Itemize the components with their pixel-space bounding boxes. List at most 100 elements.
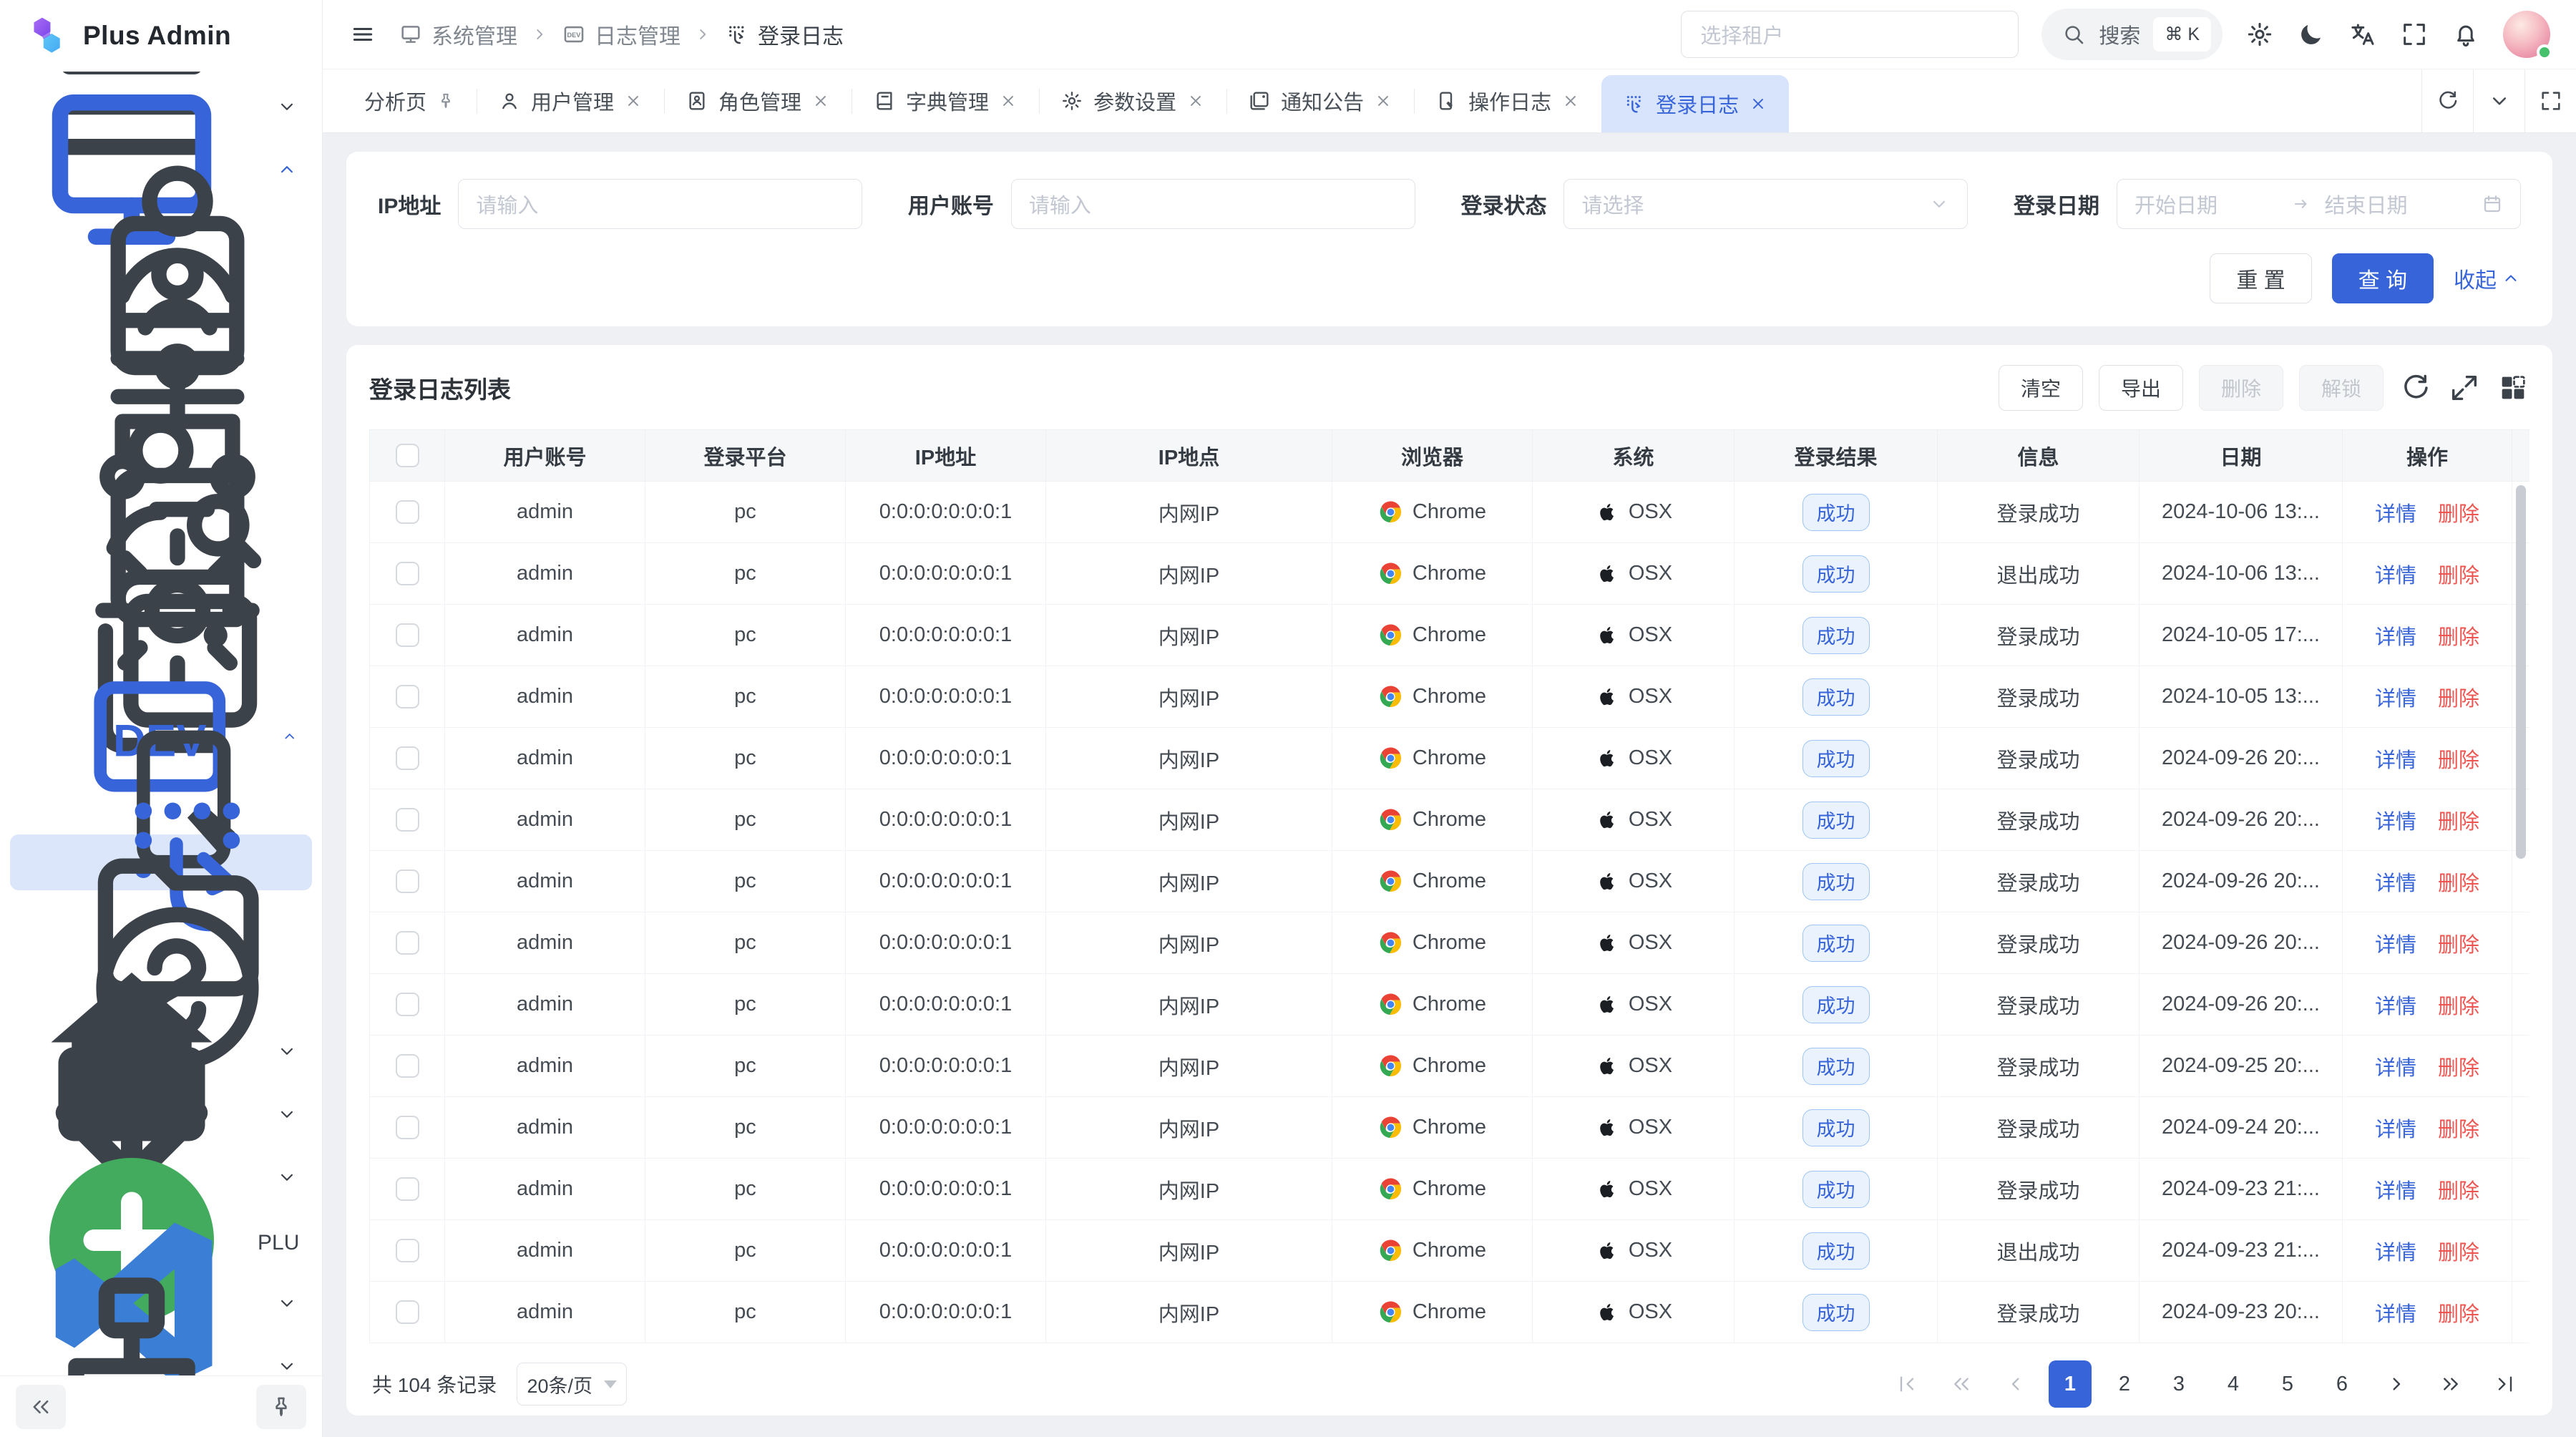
- row-checkbox[interactable]: [396, 1054, 419, 1078]
- close-icon[interactable]: [811, 92, 830, 110]
- row-checkbox[interactable]: [396, 500, 419, 524]
- detail-link[interactable]: 详情: [2375, 503, 2416, 526]
- tab-user-mgmt[interactable]: 用户管理: [477, 69, 664, 132]
- select-all-checkbox[interactable]: [396, 444, 419, 467]
- sidebar-item-workflow[interactable]: 工作流: [10, 1338, 312, 1375]
- language-translate-icon[interactable]: [2348, 20, 2377, 49]
- fullscreen-icon[interactable]: [2400, 20, 2429, 49]
- query-button[interactable]: 查 询: [2332, 253, 2434, 303]
- delete-link[interactable]: 删除: [2438, 934, 2479, 957]
- close-icon[interactable]: [999, 92, 1018, 110]
- tab-param-settings[interactable]: 参数设置: [1039, 69, 1226, 132]
- detail-link[interactable]: 详情: [2375, 872, 2416, 895]
- breadcrumb-item-log-mgmt[interactable]: DEV日志管理: [562, 19, 680, 50]
- delete-button[interactable]: 删除: [2199, 365, 2283, 411]
- row-checkbox[interactable]: [396, 1177, 419, 1201]
- detail-link[interactable]: 详情: [2375, 626, 2416, 649]
- notifications-bell-icon[interactable]: [2451, 20, 2480, 49]
- breadcrumb-item-login-log[interactable]: 登录日志: [725, 19, 844, 50]
- table-scrollbar-thumb[interactable]: [2516, 485, 2526, 859]
- close-icon[interactable]: [1561, 92, 1580, 110]
- detail-link[interactable]: 详情: [2375, 1303, 2416, 1326]
- table-expand-icon[interactable]: [2448, 371, 2481, 404]
- delete-link[interactable]: 删除: [2438, 995, 2479, 1018]
- page-size-select[interactable]: 20条/页: [517, 1363, 627, 1406]
- tab-dict-mgmt[interactable]: 字典管理: [852, 69, 1039, 132]
- delete-link[interactable]: 删除: [2438, 1303, 2479, 1326]
- pager-next5-button[interactable]: [2429, 1360, 2472, 1408]
- row-checkbox[interactable]: [396, 562, 419, 585]
- tab-analysis[interactable]: 分析页: [343, 69, 477, 132]
- tab-login-log[interactable]: 登录日志: [1601, 75, 1789, 132]
- column-settings-icon[interactable]: [2497, 371, 2529, 404]
- pager-page-1[interactable]: 1: [2049, 1360, 2092, 1408]
- close-icon[interactable]: [1374, 92, 1392, 110]
- delete-link[interactable]: 删除: [2438, 626, 2479, 649]
- tab-menu-button[interactable]: [2473, 69, 2524, 132]
- tab-role-mgmt[interactable]: 角色管理: [664, 69, 852, 132]
- row-checkbox[interactable]: [396, 1116, 419, 1139]
- pager-page-3[interactable]: 3: [2157, 1360, 2200, 1408]
- delete-link[interactable]: 删除: [2438, 1119, 2479, 1141]
- delete-link[interactable]: 删除: [2438, 503, 2479, 526]
- row-checkbox[interactable]: [396, 623, 419, 647]
- collapse-link[interactable]: 收起: [2454, 263, 2521, 294]
- detail-link[interactable]: 详情: [2375, 1119, 2416, 1141]
- close-icon[interactable]: [624, 92, 643, 110]
- row-checkbox[interactable]: [396, 808, 419, 832]
- detail-link[interactable]: 详情: [2375, 688, 2416, 711]
- delete-link[interactable]: 删除: [2438, 688, 2479, 711]
- row-checkbox[interactable]: [396, 931, 419, 955]
- pager-page-6[interactable]: 6: [2321, 1360, 2363, 1408]
- sidebar-pin-button[interactable]: [256, 1385, 306, 1429]
- row-checkbox[interactable]: [396, 746, 419, 770]
- tab-fullscreen-button[interactable]: [2524, 69, 2576, 132]
- breadcrumb-item-system-mgmt[interactable]: 系统管理: [399, 19, 517, 50]
- detail-link[interactable]: 详情: [2375, 995, 2416, 1018]
- row-checkbox[interactable]: [396, 993, 419, 1016]
- login-status-select[interactable]: 请选择: [1563, 179, 1968, 229]
- detail-link[interactable]: 详情: [2375, 1180, 2416, 1203]
- tab-refresh-button[interactable]: [2421, 69, 2473, 132]
- delete-link[interactable]: 删除: [2438, 811, 2479, 834]
- row-checkbox[interactable]: [396, 1300, 419, 1324]
- user-account-input[interactable]: 请输入: [1011, 179, 1415, 229]
- delete-link[interactable]: 删除: [2438, 565, 2479, 588]
- detail-link[interactable]: 详情: [2375, 811, 2416, 834]
- settings-gear-icon[interactable]: [2245, 20, 2274, 49]
- detail-link[interactable]: 详情: [2375, 934, 2416, 957]
- clear-button[interactable]: 清空: [1999, 365, 2083, 411]
- delete-link[interactable]: 删除: [2438, 1242, 2479, 1265]
- delete-link[interactable]: 删除: [2438, 872, 2479, 895]
- close-icon[interactable]: [1749, 94, 1767, 113]
- delete-link[interactable]: 删除: [2438, 1180, 2479, 1203]
- pager-page-4[interactable]: 4: [2212, 1360, 2255, 1408]
- tenant-select-input[interactable]: 选择租户: [1681, 11, 2019, 58]
- ip-address-input[interactable]: 请输入: [458, 179, 862, 229]
- row-checkbox[interactable]: [396, 685, 419, 708]
- detail-link[interactable]: 详情: [2375, 1057, 2416, 1080]
- pager-prev5-button[interactable]: [1940, 1360, 1983, 1408]
- tab-notice[interactable]: 通知公告: [1226, 69, 1414, 132]
- dark-mode-moon-icon[interactable]: [2297, 20, 2326, 49]
- delete-link[interactable]: 删除: [2438, 1057, 2479, 1080]
- close-icon[interactable]: [1186, 92, 1205, 110]
- login-date-range-picker[interactable]: 开始日期结束日期: [2117, 179, 2521, 229]
- pager-page-2[interactable]: 2: [2103, 1360, 2146, 1408]
- sidebar-toggle-icon[interactable]: [348, 20, 377, 49]
- row-checkbox[interactable]: [396, 869, 419, 893]
- pager-page-5[interactable]: 5: [2266, 1360, 2309, 1408]
- detail-link[interactable]: 详情: [2375, 565, 2416, 588]
- pager-next-button[interactable]: [2375, 1360, 2418, 1408]
- detail-link[interactable]: 详情: [2375, 1242, 2416, 1265]
- row-checkbox[interactable]: [396, 1239, 419, 1262]
- export-button[interactable]: 导出: [2099, 365, 2183, 411]
- global-search[interactable]: 搜索 ⌘ K: [2041, 9, 2223, 60]
- detail-link[interactable]: 详情: [2375, 749, 2416, 772]
- unlock-button[interactable]: 解锁: [2299, 365, 2384, 411]
- sidebar-collapse-button[interactable]: [16, 1385, 66, 1429]
- reset-button[interactable]: 重 置: [2210, 253, 2311, 303]
- pager-prev-button[interactable]: [1994, 1360, 2037, 1408]
- pager-last-button[interactable]: [2484, 1360, 2527, 1408]
- pager-first-button[interactable]: [1885, 1360, 1928, 1408]
